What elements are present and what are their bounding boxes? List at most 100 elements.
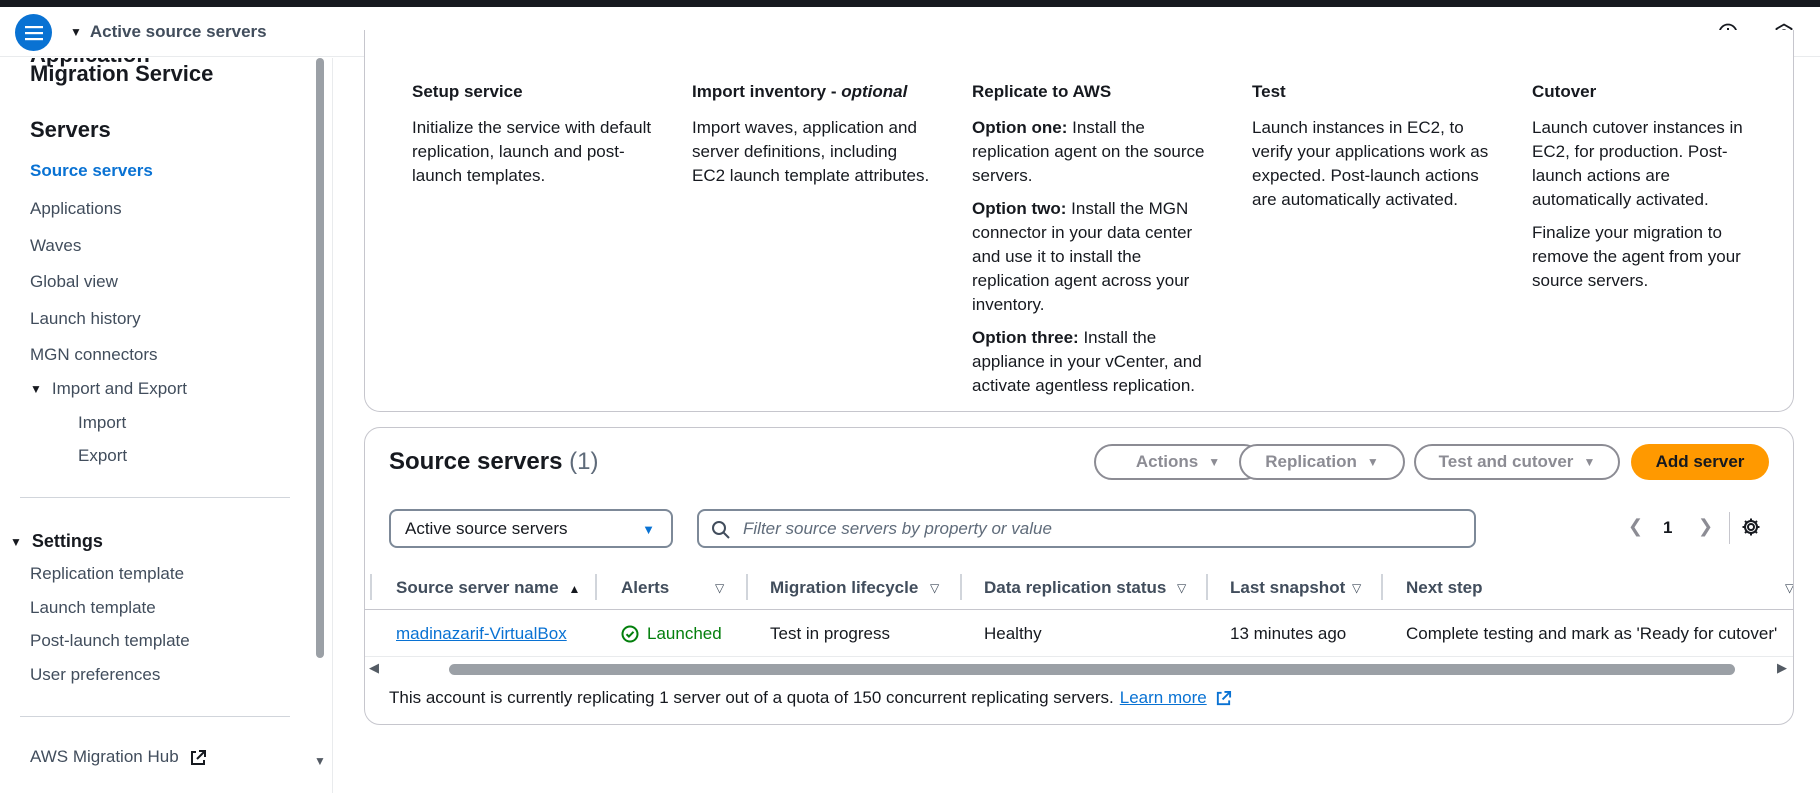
sidebar-item-source-servers[interactable]: Source servers <box>30 161 153 181</box>
next-step-cell: Complete testing and mark as 'Ready for … <box>1406 624 1778 643</box>
sidebar-scrollbar[interactable] <box>316 58 324 658</box>
column-header-next-step[interactable]: Next step <box>1406 578 1483 598</box>
server-status-select[interactable]: Active source servers ▼ <box>389 509 673 548</box>
step-cutover: Cutover Launch cutover instances in EC2,… <box>1532 82 1772 302</box>
table-count: (1) <box>569 448 599 475</box>
step-description: Import waves, application and server def… <box>692 116 932 188</box>
step-description: Initialize the service with default repl… <box>412 116 652 188</box>
column-separator[interactable] <box>595 574 597 600</box>
actions-button[interactable]: Actions ▼ <box>1094 444 1262 480</box>
hamburger-menu-icon[interactable] <box>15 14 52 51</box>
column-separator[interactable] <box>746 574 748 600</box>
sidebar-item-post-launch-template[interactable]: Post-launch template <box>30 631 190 651</box>
column-filter-icon[interactable]: ▽ <box>930 581 939 595</box>
scroll-right-arrow-icon[interactable]: ▶ <box>1777 660 1787 676</box>
sidebar-item-mgn-connectors[interactable]: MGN connectors <box>30 345 158 365</box>
sidebar-item-applications[interactable]: Applications <box>30 199 122 219</box>
breadcrumb-label: Active source servers <box>89 22 267 41</box>
option-one-text: Option one: Install the replication agen… <box>972 116 1212 188</box>
step-test: Test Launch instances in EC2, to verify … <box>1252 82 1492 221</box>
sidebar-item-user-preferences[interactable]: User preferences <box>30 665 160 685</box>
column-filter-icon[interactable]: ▽ <box>1785 581 1793 595</box>
sidebar-item-migration-hub[interactable]: AWS Migration Hub <box>30 747 207 767</box>
gear-icon[interactable] <box>1741 517 1761 537</box>
column-filter-icon[interactable]: ▽ <box>715 581 724 595</box>
column-separator <box>370 574 372 600</box>
quota-text: This account is currently replicating 1 … <box>389 688 1114 707</box>
check-circle-icon <box>621 625 639 643</box>
option-label: Option two: <box>972 199 1067 218</box>
search-input[interactable]: Filter source servers by property or val… <box>697 509 1476 548</box>
server-name-link[interactable]: madinazarif-VirtualBox <box>396 624 567 643</box>
next-page-icon[interactable]: ❯ <box>1698 516 1713 537</box>
step-text: Initialize the service with default repl… <box>412 118 652 185</box>
how-it-works-panel: Setup service Initialize the service wit… <box>364 30 1794 412</box>
step-title: Import inventory - optional <box>692 82 932 102</box>
column-separator[interactable] <box>960 574 962 600</box>
sidebar-item-replication-template[interactable]: Replication template <box>30 564 184 584</box>
column-header-data-replication-status[interactable]: Data replication status <box>984 578 1166 598</box>
sidebar-item-global-view[interactable]: Global view <box>30 272 118 292</box>
caret-down-icon: ▼ <box>30 382 42 396</box>
caret-down-icon: ▼ <box>1366 455 1379 469</box>
table-row: madinazarif-VirtualBox Launched Test in … <box>365 611 1793 657</box>
step-text: Launch instances in EC2, to verify your … <box>1252 118 1489 209</box>
source-servers-table-container: Source servers (1) Actions ▼ Replication ▼… <box>364 427 1794 725</box>
sidebar-item-waves[interactable]: Waves <box>30 236 81 256</box>
learn-more-label: Learn more <box>1119 688 1207 707</box>
test-and-cutover-button[interactable]: Test and cutover ▼ <box>1414 444 1620 480</box>
sidebar-item-launch-template[interactable]: Launch template <box>30 598 156 618</box>
column-filter-icon[interactable]: ▽ <box>1352 581 1361 595</box>
replication-status-cell: Healthy <box>984 624 1042 643</box>
step-import-inventory: Import inventory - optional Import waves… <box>692 82 932 197</box>
horizontal-scroll-thumb[interactable] <box>449 664 1735 675</box>
horizontal-scrollbar[interactable]: ◀ ▶ <box>365 657 1793 681</box>
sidebar-divider <box>20 716 290 717</box>
step-description: Launch cutover instances in EC2, for pro… <box>1532 116 1772 293</box>
sidebar-group-settings[interactable]: ▼ Settings <box>10 531 103 552</box>
step-title-text: Import inventory - <box>692 82 842 101</box>
column-separator[interactable] <box>1206 574 1208 600</box>
column-header-migration-lifecycle[interactable]: Migration lifecycle <box>770 578 918 598</box>
scroll-left-arrow-icon[interactable]: ◀ <box>369 660 379 676</box>
table-title: Source servers <box>389 448 563 475</box>
step-title: Setup service <box>412 82 523 101</box>
step-replicate-to-aws: Replicate to AWS Option one: Install the… <box>972 82 1212 407</box>
step-text: Launch cutover instances in EC2, for pro… <box>1532 118 1743 209</box>
button-label: Actions <box>1135 452 1199 471</box>
previous-page-icon[interactable]: ❮ <box>1628 516 1643 537</box>
external-link-icon <box>1216 690 1231 705</box>
column-separator[interactable] <box>1381 574 1383 600</box>
caret-down-icon: ▼ <box>70 25 82 39</box>
sidebar-group-label: Settings <box>31 531 103 551</box>
sidebar-navigation: Application Migration Service Servers So… <box>0 58 333 793</box>
sidebar-group-import-export[interactable]: ▼ Import and Export <box>30 379 187 399</box>
step-title: Cutover <box>1532 82 1597 101</box>
sidebar-item-export[interactable]: Export <box>78 446 127 466</box>
sort-ascending-icon: ▲ <box>568 582 581 596</box>
column-label: Source server name <box>396 578 559 597</box>
service-title[interactable]: Migration Service <box>30 61 213 87</box>
sidebar-item-import[interactable]: Import <box>78 413 126 433</box>
column-filter-icon[interactable]: ▽ <box>1177 581 1186 595</box>
column-header-last-snapshot[interactable]: Last snapshot <box>1230 578 1345 598</box>
scroll-down-arrow-icon[interactable]: ▼ <box>314 754 326 768</box>
option-label: Option three: <box>972 328 1079 347</box>
pager-divider <box>1729 512 1730 544</box>
add-server-button[interactable]: Add server <box>1631 444 1769 480</box>
column-header-alerts[interactable]: Alerts <box>621 578 669 598</box>
server-name-cell: madinazarif-VirtualBox <box>396 624 567 644</box>
step-text: Finalize your migration to remove the ag… <box>1532 223 1741 290</box>
caret-down-icon: ▼ <box>10 534 22 549</box>
column-header-source-server-name[interactable]: Source server name ▲ <box>396 578 580 598</box>
search-placeholder: Filter source servers by property or val… <box>743 518 1052 538</box>
sidebar-item-launch-history[interactable]: Launch history <box>30 309 141 329</box>
page-number[interactable]: 1 <box>1663 518 1672 538</box>
optional-label: optional <box>841 82 908 101</box>
step-setup-service: Setup service Initialize the service wit… <box>412 82 652 197</box>
replication-button[interactable]: Replication ▼ <box>1239 444 1405 480</box>
caret-down-icon: ▼ <box>1208 455 1221 469</box>
button-label: Test and cutover <box>1438 452 1574 471</box>
learn-more-link[interactable]: Learn more <box>1120 688 1232 708</box>
breadcrumb-title[interactable]: ▼ Active source servers <box>70 22 267 42</box>
